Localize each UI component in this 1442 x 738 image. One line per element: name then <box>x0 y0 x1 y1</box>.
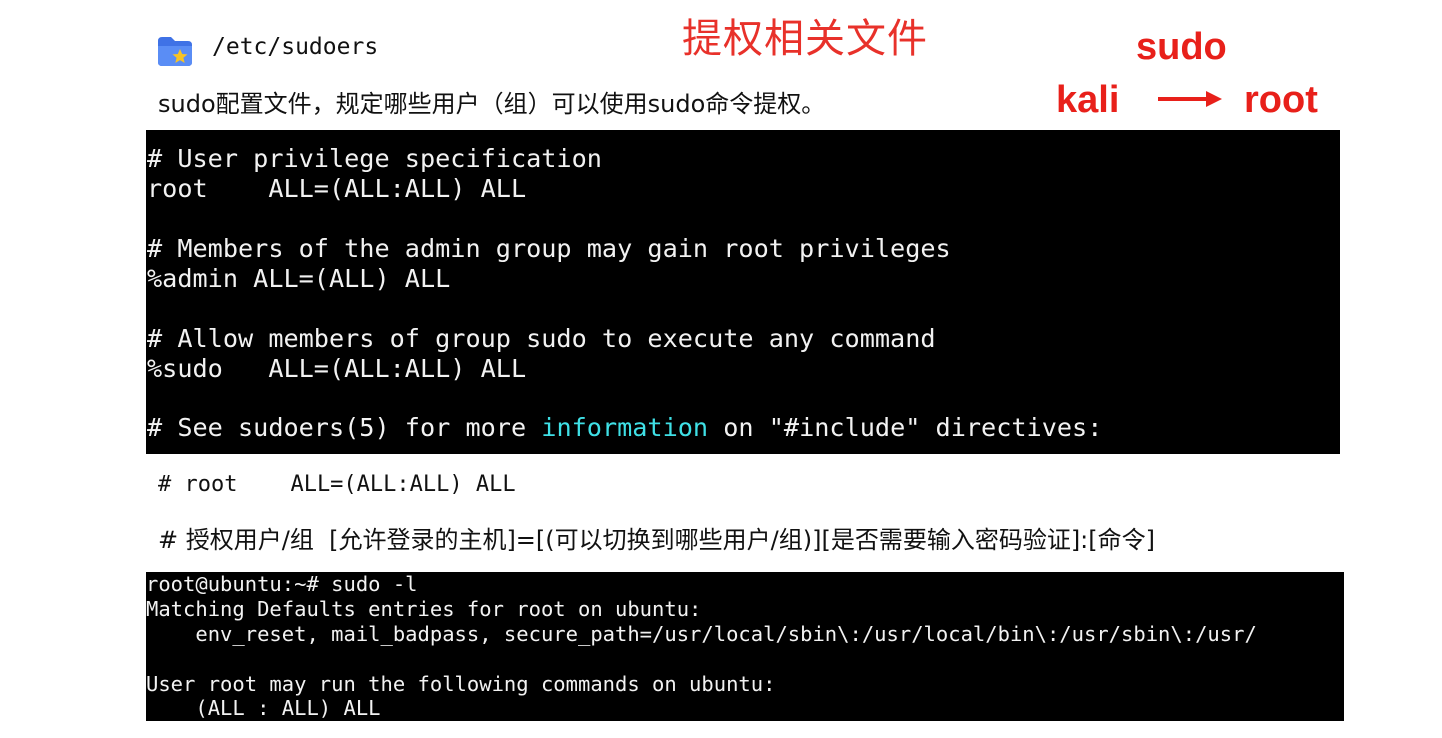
see-after: on "#include" directives: <box>708 413 1103 442</box>
terminal-line: # Members of the admin group may gain ro… <box>147 234 951 263</box>
terminal-line-see: # See sudoers(5) for more information on… <box>147 413 1102 443</box>
see-before: # See sudoers(5) for more <box>147 413 542 442</box>
terminal-line: User root may run the following commands… <box>146 672 776 696</box>
note-sudo: sudo <box>1136 26 1227 68</box>
terminal-line: root ALL=(ALL:ALL) ALL <box>147 174 527 203</box>
description: sudo配置文件，规定哪些用户（组）可以使用sudo命令提权。 <box>158 90 826 118</box>
folder-star-icon <box>156 35 194 67</box>
terminal-line: Matching Defaults entries for root on ub… <box>146 597 702 621</box>
file-path: /etc/sudoers <box>212 34 379 60</box>
sudoers-terminal: # User privilege specification root ALL=… <box>146 130 1340 454</box>
terminal-line: %admin ALL=(ALL) ALL <box>147 264 451 293</box>
example-rule: # root ALL=(ALL:ALL) ALL <box>158 472 516 497</box>
page-title: 提权相关文件 <box>682 16 928 62</box>
format-explanation: # 授权用户/组 [允许登录的主机]=[(可以切换到哪些用户/组)][是否需要输… <box>158 526 1155 554</box>
note-from-user: kali <box>1056 79 1120 121</box>
terminal-line: (ALL : ALL) ALL <box>146 696 381 720</box>
sudo-l-terminal: root@ubuntu:~# sudo -l Matching Defaults… <box>146 572 1344 721</box>
terminal-line: %sudo ALL=(ALL:ALL) ALL <box>147 354 527 383</box>
terminal-line: root@ubuntu:~# sudo -l <box>146 572 418 596</box>
see-highlight: information <box>541 413 709 442</box>
terminal-line: env_reset, mail_badpass, secure_path=/us… <box>146 622 1257 646</box>
terminal-line: # User privilege specification <box>147 144 602 173</box>
note-to-user: root <box>1244 79 1318 121</box>
terminal-line: # Allow members of group sudo to execute… <box>147 324 936 353</box>
long-right-arrow-icon <box>1156 88 1222 110</box>
